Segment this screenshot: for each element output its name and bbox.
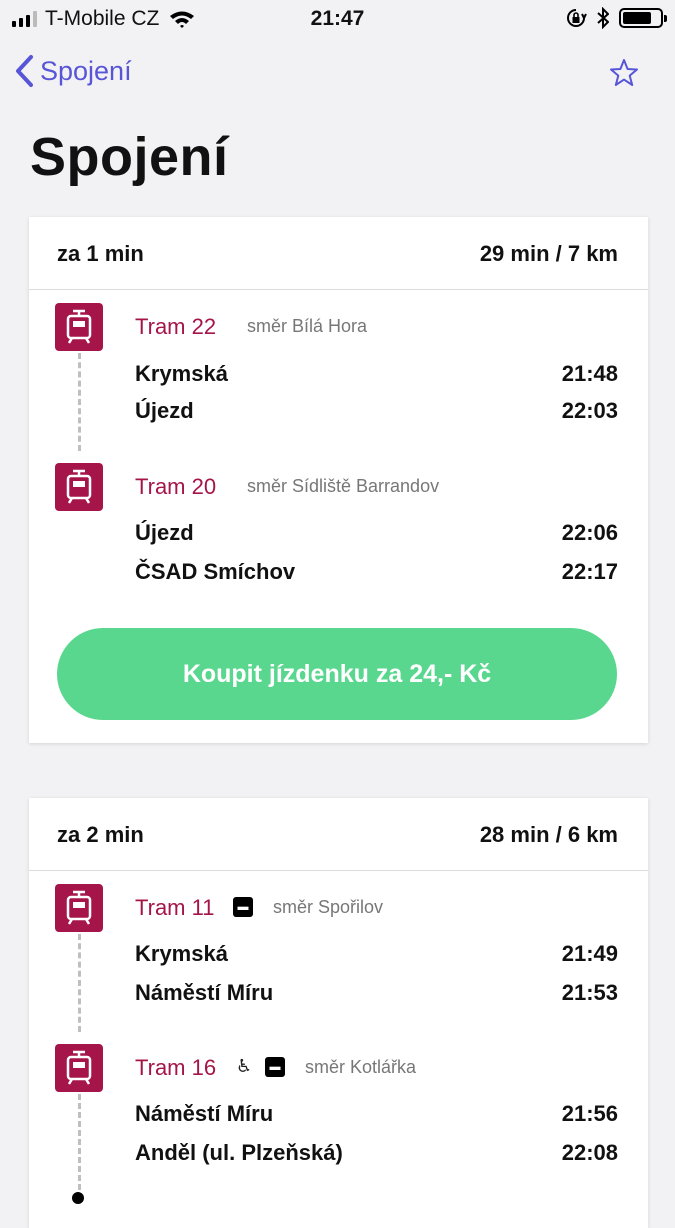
time-to: 22:03	[561, 398, 618, 423]
stop-from: Krymská	[135, 941, 228, 966]
stop-to: ČSAD Smíchov	[135, 559, 296, 584]
buy-ticket-button[interactable]: Koupit jízdenku za 24,- Kč	[57, 628, 617, 720]
time-from: 21:49	[561, 941, 618, 966]
route-line	[78, 934, 81, 1032]
favorite-star-icon[interactable]	[609, 58, 639, 88]
bluetooth-icon	[597, 7, 609, 29]
card-header: za 2 min 28 min / 6 km	[29, 798, 648, 871]
tram-icon	[55, 463, 103, 511]
direction-label: směr Spořilov	[273, 897, 384, 917]
chevron-left-icon	[16, 55, 33, 87]
page-title: Spojení	[30, 127, 229, 187]
connection-card[interactable]: za 2 min 28 min / 6 km Tram 11 ▬ směr Sp…	[29, 798, 648, 1228]
connection-card[interactable]: za 1 min 29 min / 7 km Tram 22 směr Bílá…	[29, 217, 648, 743]
line-name[interactable]: Tram 16	[135, 1055, 216, 1081]
departure-eta: za 1 min	[57, 241, 144, 266]
time-to: 21:53	[561, 980, 618, 1005]
direction-label: směr Sídliště Barrandov	[247, 476, 440, 496]
direction-label: směr Bílá Hora	[247, 316, 368, 336]
trip-summary: 28 min / 6 km	[479, 822, 618, 847]
card-header: za 1 min 29 min / 7 km	[29, 217, 648, 290]
stop-to: Újezd	[135, 398, 194, 423]
status-right	[565, 7, 667, 29]
orientation-lock-icon	[567, 9, 587, 27]
stop-to: Anděl (ul. Plzeňská)	[135, 1140, 343, 1165]
stop-from: Náměstí Míru	[135, 1101, 274, 1126]
trip-summary: 29 min / 7 km	[479, 241, 618, 266]
tram-icon	[55, 303, 103, 351]
route-end-dot	[72, 1192, 84, 1204]
time-from: 21:48	[561, 361, 618, 386]
low-floor-tram-icon: ▬	[233, 897, 253, 917]
stop-from: Krymská	[135, 361, 228, 386]
line-name[interactable]: Tram 11	[135, 895, 214, 921]
line-name[interactable]: Tram 20	[135, 474, 216, 500]
time-from: 22:06	[561, 520, 618, 545]
route-line	[78, 353, 81, 451]
battery-icon	[619, 8, 667, 28]
line-name[interactable]: Tram 22	[135, 314, 216, 340]
route-line	[78, 1094, 81, 1190]
tram-icon	[55, 1044, 103, 1092]
back-label: Spojení	[40, 55, 132, 86]
departure-eta: za 2 min	[57, 822, 144, 847]
direction-label: směr Kotlářka	[305, 1057, 417, 1077]
status-bar: T-Mobile CZ 21:47	[0, 0, 675, 40]
time-from: 21:56	[561, 1101, 618, 1126]
stop-from: Újezd	[135, 520, 194, 545]
stop-to: Náměstí Míru	[135, 980, 274, 1005]
tram-icon	[55, 884, 103, 932]
wheelchair-icon: ♿	[236, 1056, 253, 1076]
low-floor-tram-icon: ▬	[265, 1057, 285, 1077]
time-to: 22:08	[561, 1140, 618, 1165]
back-button[interactable]: Spojení	[14, 54, 132, 88]
time-to: 22:17	[561, 559, 618, 584]
